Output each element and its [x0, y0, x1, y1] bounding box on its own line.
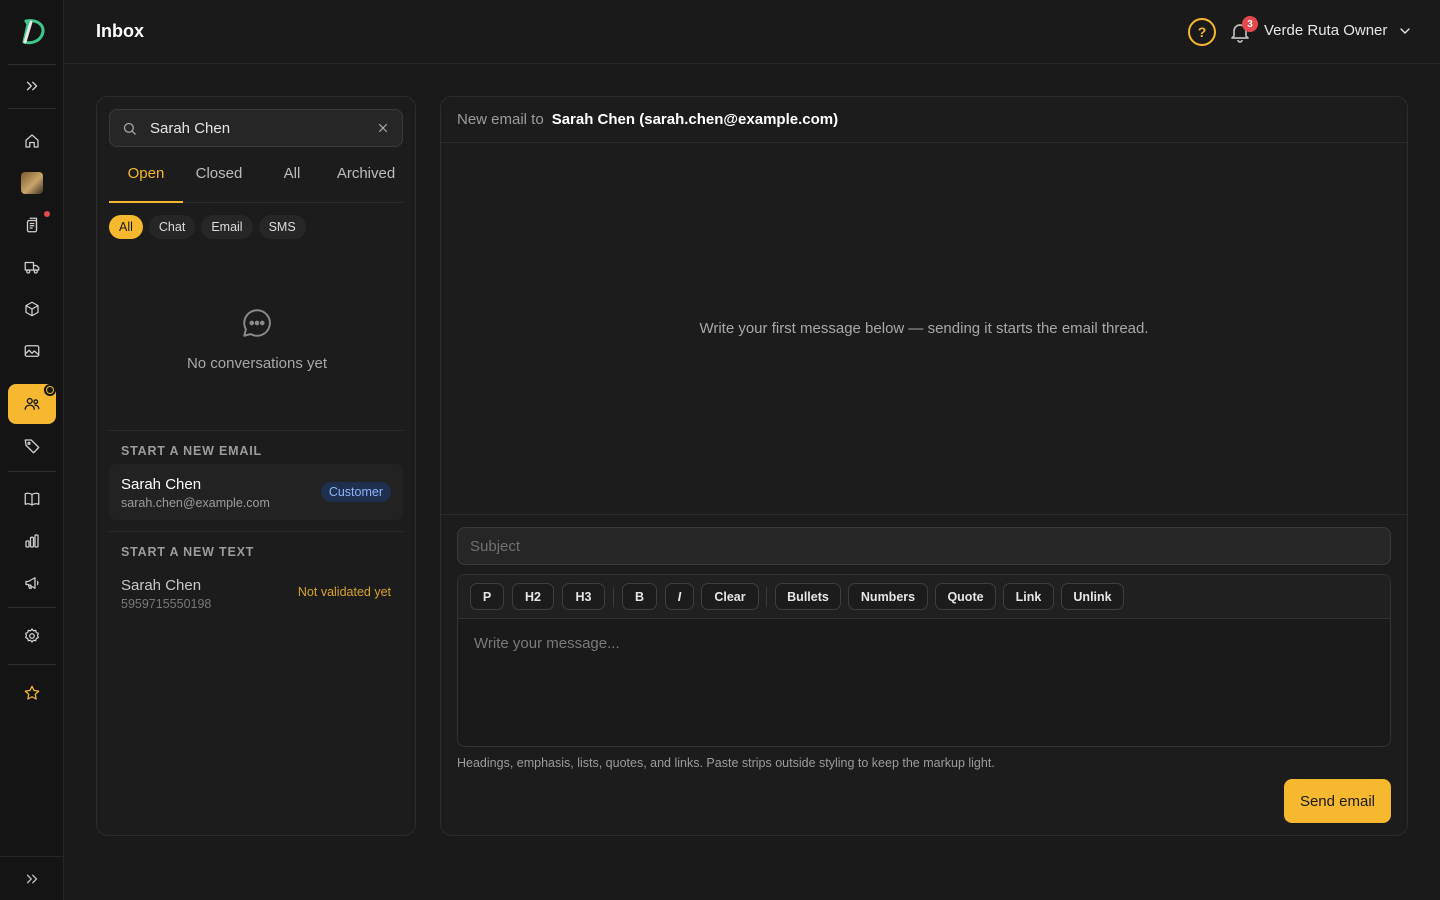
recipient-label: New email to — [457, 111, 544, 128]
heading3-button[interactable]: H3 — [562, 583, 605, 610]
toolbar-separator — [766, 587, 767, 607]
book-icon[interactable] — [8, 479, 56, 519]
bold-button[interactable]: B — [622, 583, 657, 610]
editor-hint: Headings, emphasis, lists, quotes, and l… — [457, 756, 995, 770]
filter-chat[interactable]: Chat — [148, 215, 196, 239]
section-divider — [109, 531, 403, 532]
status-dot — [44, 384, 56, 396]
chat-bubble-icon — [243, 309, 271, 337]
contact-phone: 5959715550198 — [121, 597, 212, 611]
sidebar-divider — [8, 607, 56, 608]
customer-badge: Customer — [320, 482, 391, 502]
search-input[interactable] — [150, 110, 370, 146]
message-textarea[interactable] — [458, 619, 1390, 746]
italic-button[interactable]: I — [665, 583, 694, 610]
tab-open[interactable]: Open — [109, 165, 183, 203]
tag-icon[interactable] — [8, 426, 56, 466]
star-icon[interactable] — [8, 673, 56, 713]
contact-name: Sarah Chen — [121, 476, 202, 493]
sidebar — [0, 0, 64, 900]
empty-state-text: No conversations yet — [186, 355, 328, 372]
megaphone-icon[interactable] — [8, 563, 56, 603]
email-composer: New email to Sarah Chen (sarah.chen@exam… — [440, 96, 1408, 836]
sidebar-divider — [8, 108, 56, 109]
paragraph-button[interactable]: P — [470, 583, 504, 610]
clear-format-button[interactable]: Clear — [701, 583, 759, 610]
sidebar-divider — [8, 471, 56, 472]
numbers-button[interactable]: Numbers — [848, 583, 928, 610]
collapse-sidebar-icon[interactable] — [0, 856, 64, 900]
notification-badge: 3 — [1242, 16, 1258, 32]
format-toolbar: P H2 H3 B I Clear Bullets Numbers Quote … — [458, 575, 1390, 619]
tab-archived[interactable]: Archived — [329, 165, 403, 203]
page-title: Inbox — [96, 21, 144, 41]
bar-chart-icon[interactable] — [8, 521, 56, 561]
chevron-down-icon — [1400, 27, 1411, 34]
search-box — [109, 109, 403, 147]
user-name: Verde Ruta Owner — [1264, 22, 1388, 39]
user-menu[interactable]: Verde Ruta Owner — [1264, 22, 1413, 39]
subject-input[interactable] — [457, 527, 1391, 565]
message-editor: P H2 H3 B I Clear Bullets Numbers Quote … — [457, 574, 1391, 747]
bullets-button[interactable]: Bullets — [775, 583, 841, 610]
status-tabs: Open Closed All Archived — [109, 165, 403, 203]
image-icon[interactable] — [8, 331, 56, 371]
recipient-value: Sarah Chen (sarah.chen@example.com) — [551, 111, 839, 128]
sidebar-divider — [8, 664, 56, 665]
sidebar-divider — [8, 64, 56, 65]
heading2-button[interactable]: H2 — [512, 583, 554, 610]
thread-hint: Write your first message below — sending… — [441, 143, 1407, 515]
link-button[interactable]: Link — [1003, 583, 1054, 610]
email-contact-card[interactable]: Sarah Chen sarah.chen@example.com Custom… — [109, 464, 403, 520]
box-icon[interactable] — [8, 289, 56, 329]
filter-email[interactable]: Email — [201, 215, 253, 239]
customers-icon[interactable] — [8, 384, 56, 424]
tab-all[interactable]: All — [255, 165, 329, 203]
brand-logo[interactable] — [16, 16, 48, 48]
thread-hint-text: Write your first message below — sending… — [699, 320, 1149, 337]
orders-icon[interactable] — [8, 205, 56, 245]
text-contact-card[interactable]: Sarah Chen 5959715550198 Not validated y… — [109, 565, 403, 621]
contact-email: sarah.chen@example.com — [121, 496, 270, 510]
send-email-button[interactable]: Send email — [1283, 779, 1391, 823]
toolbar-separator — [613, 587, 614, 607]
email-section-label: START A NEW EMAIL — [121, 444, 262, 458]
section-divider — [109, 430, 403, 431]
top-bar: Inbox ? 3 Verde Ruta Owner — [64, 0, 1440, 64]
clear-search-icon[interactable] — [376, 121, 390, 135]
channel-filters: All Chat Email SMS — [109, 215, 306, 239]
recipient-header: New email to Sarah Chen (sarah.chen@exam… — [441, 97, 1407, 143]
empty-state: No conversations yet — [97, 305, 417, 372]
truck-icon[interactable] — [8, 247, 56, 287]
contact-name: Sarah Chen — [121, 577, 202, 594]
expand-sidebar-icon[interactable] — [8, 66, 56, 106]
question-circle-icon[interactable]: ? — [1188, 18, 1216, 46]
conversation-list-panel: Open Closed All Archived All Chat Email … — [96, 96, 416, 836]
avatar[interactable] — [8, 163, 56, 203]
search-icon — [123, 122, 136, 135]
validation-status: Not validated yet — [297, 585, 391, 599]
text-section-label: START A NEW TEXT — [121, 545, 255, 559]
gear-icon[interactable] — [8, 616, 56, 656]
quote-button[interactable]: Quote — [935, 583, 996, 610]
filter-sms[interactable]: SMS — [258, 215, 306, 239]
tab-closed[interactable]: Closed — [183, 165, 255, 203]
home-icon[interactable] — [8, 121, 56, 161]
filter-all[interactable]: All — [109, 215, 143, 239]
unlink-button[interactable]: Unlink — [1061, 583, 1124, 610]
alert-dot — [44, 211, 50, 217]
